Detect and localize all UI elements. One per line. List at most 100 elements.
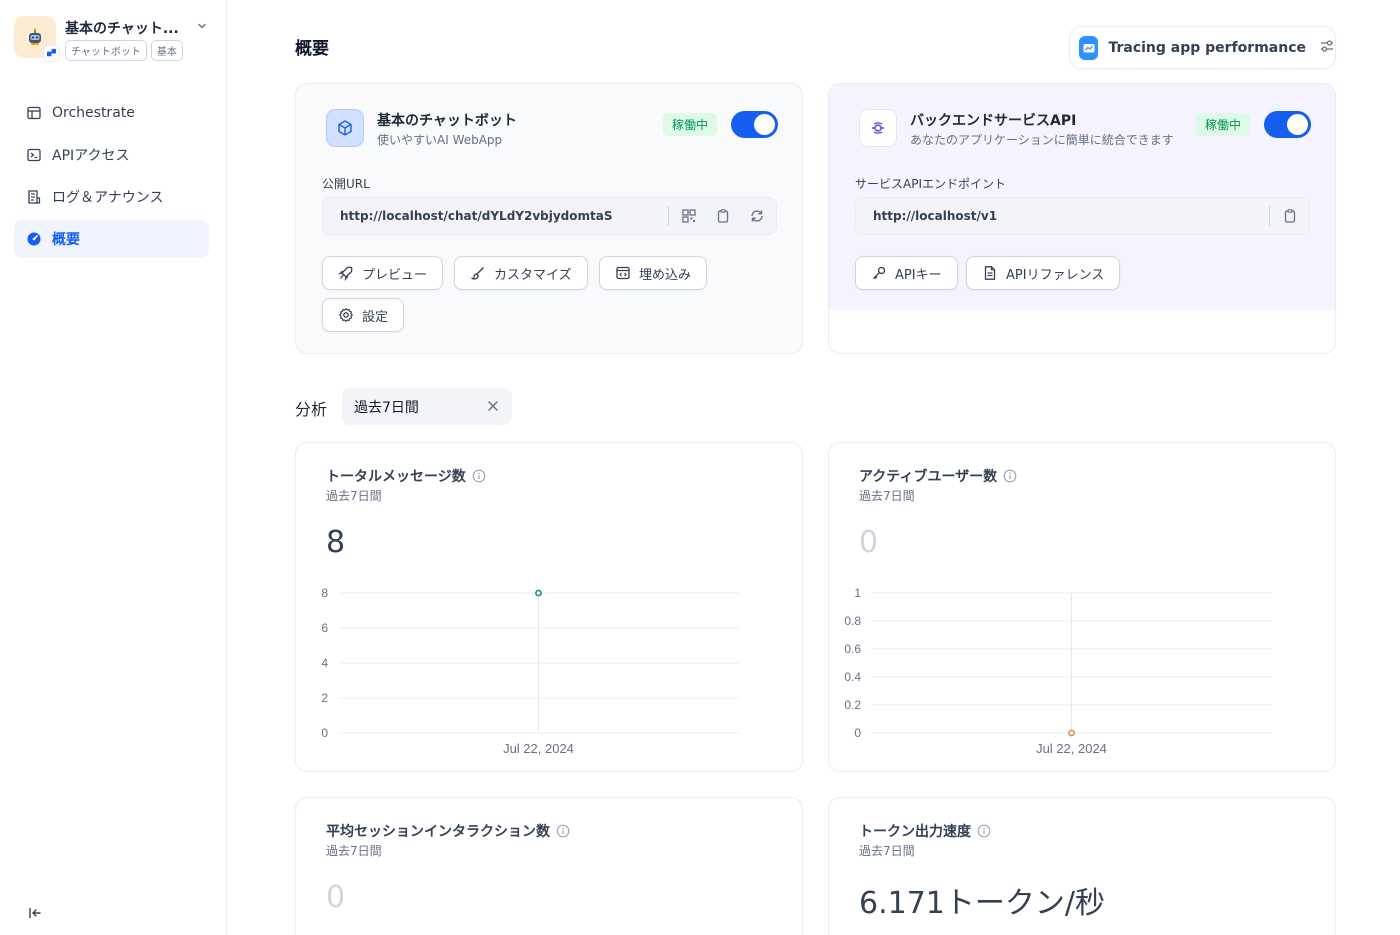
metric-value: 8 — [326, 525, 346, 560]
metric-card-token-speed: トークン出力速度 過去7日間 6.171トークン/秒 — [828, 797, 1336, 935]
info-icon[interactable] — [1003, 469, 1017, 483]
metric-value: 0 — [326, 880, 346, 915]
sidebar-item-label: ログ＆アナウンス — [52, 190, 164, 206]
copy-icon[interactable] — [709, 202, 737, 230]
layout-icon — [26, 105, 42, 121]
info-icon[interactable] — [472, 469, 486, 483]
chatbot-badge-icon — [43, 45, 60, 62]
metric-period: 過去7日間 — [859, 844, 915, 858]
dashboard-icon — [26, 231, 42, 247]
tracing-label: Tracing app performance — [1108, 39, 1306, 56]
preview-button[interactable]: プレビュー — [322, 256, 444, 290]
api-endpoint-label: サービスAPIエンドポイント — [855, 177, 1006, 191]
info-icon[interactable] — [977, 824, 991, 838]
public-url-value: http://localhost/chat/dYLdY2vbjydomtaS — [340, 209, 613, 223]
api-toggle[interactable] — [1264, 111, 1311, 138]
close-icon[interactable] — [486, 399, 500, 417]
metric-title: アクティブユーザー数 — [859, 466, 1017, 486]
embed-label: 埋め込み — [639, 267, 692, 283]
webapp-subtitle: 使いやすいAI WebApp — [377, 133, 503, 147]
api-endpoint-value: http://localhost/v1 — [873, 209, 998, 223]
data-point — [1068, 729, 1075, 737]
metric-card-active-users: アクティブユーザー数 過去7日間 0 1 0.8 0.6 0.4 0.2 0 Jul 22,… — [828, 442, 1336, 772]
y-tick-label: 0.2 — [844, 698, 861, 712]
key-icon — [871, 265, 887, 281]
metric-value: 0 — [859, 525, 879, 560]
y-tick-label: 1 — [854, 586, 861, 600]
y-tick-label: 0 — [854, 726, 861, 740]
api-connection-icon — [859, 109, 897, 147]
webapp-toggle[interactable] — [731, 111, 778, 138]
tracing-app-icon — [1079, 35, 1099, 60]
copy-icon[interactable] — [1276, 202, 1304, 230]
info-icon[interactable] — [556, 824, 570, 838]
app-switcher[interactable]: 基本のチャット... チャットボット 基本 — [14, 16, 214, 62]
sidebar-item-logs[interactable]: ログ＆アナウンス — [14, 178, 209, 216]
collapse-sidebar-icon[interactable] — [28, 906, 42, 924]
sidebar: 基本のチャット... チャットボット 基本 Orchestrate APIアクセ… — [0, 0, 227, 935]
api-title: バックエンドサービスAPI — [910, 113, 1077, 129]
settings-button[interactable]: 設定 — [322, 298, 405, 332]
embed-button[interactable]: 埋め込み — [599, 256, 708, 290]
metric-title-text: 平均セッションインタラクション数 — [326, 824, 550, 840]
y-tick-label: 2 — [321, 691, 328, 705]
rocket-icon — [338, 265, 354, 281]
metric-title-text: トータルメッセージ数 — [326, 469, 466, 485]
y-tick-label: 4 — [321, 656, 328, 670]
api-reference-button[interactable]: APIリファレンス — [966, 256, 1121, 290]
api-key-button[interactable]: APIキー — [855, 256, 958, 290]
public-url-field: http://localhost/chat/dYLdY2vbjydomtaS — [322, 197, 777, 235]
y-tick-label: 8 — [321, 586, 328, 600]
metric-card-total-messages: トータルメッセージ数 過去7日間 8 8 6 4 2 0 Jul 22, 2024 — [295, 442, 803, 772]
sidebar-nav: Orchestrate APIアクセス ログ＆アナウンス 概要 — [14, 94, 209, 262]
y-tick-label: 0.4 — [844, 670, 861, 684]
metric-period: 過去7日間 — [859, 489, 915, 503]
metric-card-avg-session-interactions: 平均セッションインタラクション数 過去7日間 0 — [295, 797, 803, 935]
qr-code-icon[interactable] — [675, 202, 703, 230]
api-reference-label: APIリファレンス — [1006, 267, 1105, 283]
sidebar-item-overview[interactable]: 概要 — [14, 220, 209, 258]
preview-label: プレビュー — [362, 267, 428, 283]
api-endpoint-field: http://localhost/v1 — [855, 197, 1310, 235]
cube-icon — [326, 109, 364, 147]
metric-period: 過去7日間 — [326, 844, 382, 858]
active-users-chart: 1 0.8 0.6 0.4 0.2 0 Jul 22, 2024 — [844, 586, 1272, 756]
period-select[interactable]: 過去7日間 — [342, 388, 512, 425]
y-tick-label: 0 — [321, 726, 328, 740]
brush-icon — [470, 265, 486, 281]
webapp-card: 基本のチャットボット 使いやすいAI WebApp 稼働中 公開URL http… — [295, 83, 803, 354]
customize-label: カスタマイズ — [494, 267, 572, 283]
y-tick-label: 0.6 — [844, 642, 861, 656]
sidebar-item-label: Orchestrate — [52, 105, 135, 121]
metric-title-text: トークン出力速度 — [859, 824, 971, 840]
metric-period: 過去7日間 — [326, 489, 382, 503]
file-list-icon — [26, 189, 42, 205]
gear-icon — [338, 307, 354, 323]
settings-sliders-icon[interactable] — [1319, 38, 1335, 58]
document-icon — [982, 265, 998, 281]
settings-label: 設定 — [362, 309, 389, 325]
refresh-icon[interactable] — [743, 202, 771, 230]
metric-value: 6.171トークン/秒 — [859, 886, 1105, 921]
app-name: 基本のチャット... — [65, 21, 179, 37]
sidebar-item-orchestrate[interactable]: Orchestrate — [14, 94, 209, 132]
api-key-label: APIキー — [895, 267, 942, 283]
webapp-title: 基本のチャットボット — [377, 113, 517, 129]
status-badge: 稼働中 — [1196, 113, 1251, 136]
x-tick-label: Jul 22, 2024 — [1036, 741, 1107, 756]
analysis-label: 分析 — [295, 400, 328, 419]
total-messages-chart: 8 6 4 2 0 Jul 22, 2024 — [321, 586, 739, 756]
app-type-tag: チャットボット — [65, 40, 147, 61]
chevron-down-icon[interactable] — [196, 20, 208, 36]
public-url-label: 公開URL — [322, 177, 370, 191]
x-tick-label: Jul 22, 2024 — [503, 741, 574, 756]
app-mode-tag: 基本 — [150, 40, 183, 61]
tracing-button[interactable]: Tracing app performance — [1069, 26, 1336, 69]
sidebar-item-label: APIアクセス — [52, 148, 130, 164]
sidebar-item-api-access[interactable]: APIアクセス — [14, 136, 209, 174]
metric-title: 平均セッションインタラクション数 — [326, 821, 570, 841]
customize-button[interactable]: カスタマイズ — [454, 256, 588, 290]
data-point — [535, 589, 542, 597]
y-tick-label: 0.8 — [844, 614, 861, 628]
y-tick-label: 6 — [321, 621, 328, 635]
